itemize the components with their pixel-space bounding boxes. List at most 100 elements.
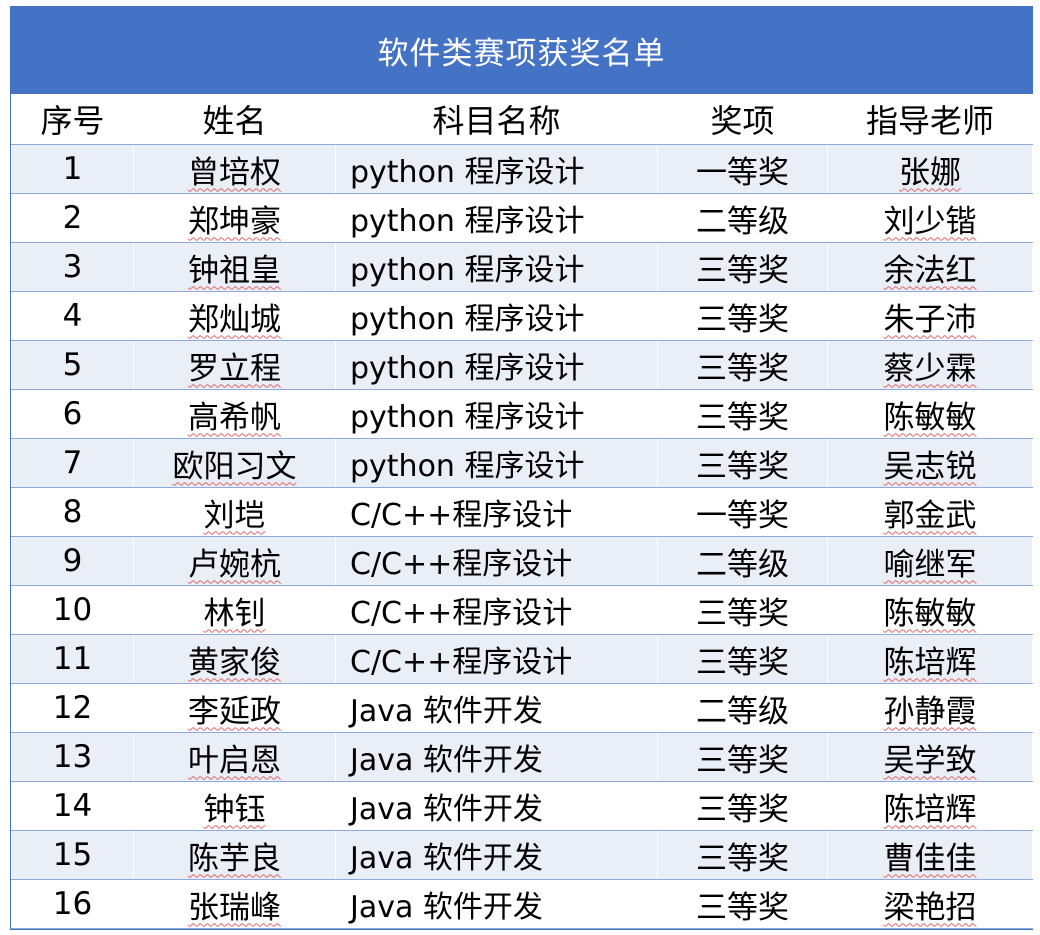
cell-no[interactable]: 5 <box>11 340 134 390</box>
cell-no[interactable]: 9 <box>11 536 134 586</box>
cell-no[interactable]: 2 <box>11 193 134 243</box>
header-cell-no[interactable]: 序号 <box>11 94 134 145</box>
cell-subject[interactable]: python 程序设计 <box>335 438 658 488</box>
cell-award[interactable]: 三等奖 <box>657 879 828 929</box>
cell-teacher[interactable]: 喻继军 <box>827 536 1033 586</box>
cell-no-text: 5 <box>62 347 83 383</box>
cell-name[interactable]: 卢婉杭 <box>133 536 336 586</box>
cell-no[interactable]: 13 <box>11 732 134 782</box>
cell-subject[interactable]: python 程序设计 <box>335 144 658 194</box>
cell-teacher[interactable]: 吴志锐 <box>827 438 1033 488</box>
cell-name[interactable]: 李延政 <box>133 683 336 733</box>
cell-name[interactable]: 钟祖皇 <box>133 242 336 292</box>
cell-no-text: 4 <box>62 298 83 334</box>
cell-name[interactable]: 郑坤豪 <box>133 193 336 243</box>
cell-subject[interactable]: C/C++程序设计 <box>335 634 658 684</box>
sheet-title-cell[interactable]: 软件类赛项获奖名单 <box>11 7 1032 94</box>
cell-teacher-text: 陈培辉 <box>883 791 977 828</box>
cell-teacher[interactable]: 陈培辉 <box>827 634 1033 684</box>
cell-name[interactable]: 刘垲 <box>133 487 336 537</box>
header-cell-teacher[interactable]: 指导老师 <box>827 94 1033 145</box>
cell-name[interactable]: 张瑞峰 <box>133 879 336 929</box>
cell-award[interactable]: 二等级 <box>657 193 828 243</box>
cell-teacher[interactable]: 蔡少霖 <box>827 340 1033 390</box>
cell-name[interactable]: 林钊 <box>133 585 336 635</box>
table-row: 3 钟祖皇 python 程序设计 三等奖 余法红 <box>11 242 1033 292</box>
cell-name[interactable]: 黄家俊 <box>133 634 336 684</box>
cell-subject[interactable]: Java 软件开发 <box>335 781 658 831</box>
cell-subject[interactable]: python 程序设计 <box>335 242 658 292</box>
cell-teacher[interactable]: 张娜 <box>827 144 1033 194</box>
cell-subject[interactable]: C/C++程序设计 <box>335 585 658 635</box>
cell-subject[interactable]: Java 软件开发 <box>335 879 658 929</box>
cell-subject[interactable]: Java 软件开发 <box>335 830 658 880</box>
cell-subject[interactable]: Java 软件开发 <box>335 732 658 782</box>
cell-no[interactable]: 11 <box>11 634 134 684</box>
cell-subject[interactable]: Java 软件开发 <box>335 683 658 733</box>
cell-no[interactable]: 15 <box>11 830 134 880</box>
cell-award-text: 三等奖 <box>696 840 789 877</box>
cell-subject[interactable]: python 程序设计 <box>335 340 658 390</box>
cell-name[interactable]: 郑灿城 <box>133 291 336 341</box>
cell-teacher[interactable]: 刘少锴 <box>827 193 1033 243</box>
cell-no[interactable]: 1 <box>11 144 134 194</box>
cell-award[interactable]: 三等奖 <box>657 291 828 341</box>
cell-no[interactable]: 7 <box>11 438 134 488</box>
cell-name[interactable]: 欧阳习文 <box>133 438 336 488</box>
cell-name[interactable]: 钟钰 <box>133 781 336 831</box>
cell-name-text: 张瑞峰 <box>188 889 281 926</box>
cell-subject[interactable]: C/C++程序设计 <box>335 487 658 537</box>
cell-no[interactable]: 4 <box>11 291 134 341</box>
cell-subject-text: Java 软件开发 <box>350 792 543 827</box>
cell-subject[interactable]: python 程序设计 <box>335 389 658 439</box>
cell-award[interactable]: 三等奖 <box>657 438 828 488</box>
cell-teacher-text: 陈培辉 <box>883 644 977 681</box>
cell-name[interactable]: 曾培权 <box>133 144 336 194</box>
cell-subject[interactable]: C/C++程序设计 <box>335 536 658 586</box>
cell-no[interactable]: 6 <box>11 389 134 439</box>
cell-teacher[interactable]: 郭金武 <box>827 487 1033 537</box>
cell-award[interactable]: 三等奖 <box>657 242 828 292</box>
cell-teacher[interactable]: 陈敏敏 <box>827 389 1033 439</box>
header-cell-award[interactable]: 奖项 <box>657 94 828 145</box>
cell-teacher[interactable]: 孙静霞 <box>827 683 1033 733</box>
cell-award[interactable]: 二等级 <box>657 683 828 733</box>
cell-award[interactable]: 三等奖 <box>657 340 828 390</box>
cell-teacher[interactable]: 余法红 <box>827 242 1033 292</box>
cell-name[interactable]: 陈芋良 <box>133 830 336 880</box>
cell-name-text: 郑坤豪 <box>188 203 281 240</box>
cell-no[interactable]: 14 <box>11 781 134 831</box>
cell-award[interactable]: 三等奖 <box>657 389 828 439</box>
cell-award[interactable]: 一等奖 <box>657 487 828 537</box>
cell-award[interactable]: 三等奖 <box>657 781 828 831</box>
table-row: 16 张瑞峰 Java 软件开发 三等奖 梁艳招 <box>11 879 1033 929</box>
cell-award[interactable]: 三等奖 <box>657 634 828 684</box>
cell-award[interactable]: 一等奖 <box>657 144 828 194</box>
cell-no[interactable]: 16 <box>11 879 134 929</box>
cell-award[interactable]: 三等奖 <box>657 585 828 635</box>
cell-no[interactable]: 10 <box>11 585 134 635</box>
cell-no[interactable]: 8 <box>11 487 134 537</box>
cell-teacher[interactable]: 陈敏敏 <box>827 585 1033 635</box>
table-row: 11 黄家俊 C/C++程序设计 三等奖 陈培辉 <box>11 634 1033 684</box>
header-cell-subject[interactable]: 科目名称 <box>335 94 658 145</box>
cell-subject-text: python 程序设计 <box>350 302 585 337</box>
cell-name[interactable]: 高希帆 <box>133 389 336 439</box>
header-cell-name[interactable]: 姓名 <box>133 94 336 145</box>
cell-teacher[interactable]: 曹佳佳 <box>827 830 1033 880</box>
cell-teacher[interactable]: 吴学致 <box>827 732 1033 782</box>
cell-subject[interactable]: python 程序设计 <box>335 193 658 243</box>
cell-teacher[interactable]: 陈培辉 <box>827 781 1033 831</box>
cell-no[interactable]: 12 <box>11 683 134 733</box>
cell-name[interactable]: 罗立程 <box>133 340 336 390</box>
cell-teacher[interactable]: 朱子沛 <box>827 291 1033 341</box>
cell-no[interactable]: 3 <box>11 242 134 292</box>
cell-subject-text: python 程序设计 <box>350 400 585 435</box>
cell-name-text: 钟祖皇 <box>188 252 281 289</box>
cell-name[interactable]: 叶启恩 <box>133 732 336 782</box>
cell-award[interactable]: 三等奖 <box>657 830 828 880</box>
cell-subject[interactable]: python 程序设计 <box>335 291 658 341</box>
cell-teacher[interactable]: 梁艳招 <box>827 879 1033 929</box>
cell-award[interactable]: 二等级 <box>657 536 828 586</box>
cell-award[interactable]: 三等奖 <box>657 732 828 782</box>
